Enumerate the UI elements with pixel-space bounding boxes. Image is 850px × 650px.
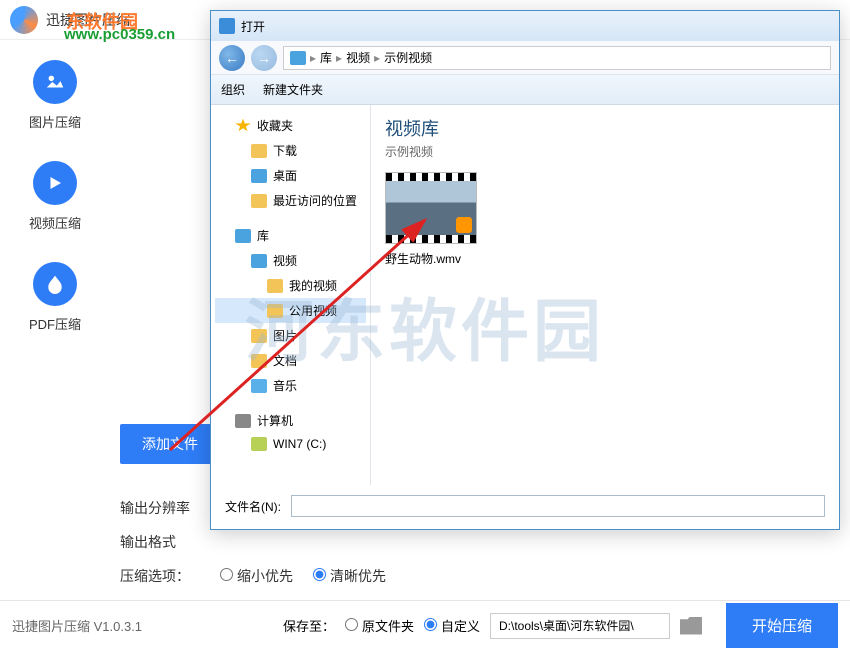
sidebar-item-pdf[interactable]: PDF压缩: [0, 262, 110, 333]
filename-input[interactable]: [291, 495, 825, 517]
computer-icon: [235, 414, 251, 428]
sidebar-item-video[interactable]: 视频压缩: [0, 161, 110, 232]
folder-icon: [251, 144, 267, 158]
video-thumbnail[interactable]: [385, 172, 477, 244]
library-icon: [290, 51, 306, 65]
tree-library[interactable]: 库: [215, 223, 366, 248]
tree-downloads[interactable]: 下载: [215, 138, 366, 163]
dialog-icon: [219, 18, 235, 34]
file-open-dialog: 打开 ← → ▸ 库 ▸ 视频 ▸ 示例视频 组织 新建文件夹 收藏夹 下载 桌…: [210, 10, 840, 530]
start-compress-button[interactable]: 开始压缩: [726, 603, 838, 648]
folder-icon: [251, 329, 267, 343]
add-file-button[interactable]: 添加文件: [120, 424, 220, 464]
pdf-icon: [33, 262, 77, 306]
folder-icon: [267, 279, 283, 293]
resolution-label: 输出分辨率: [120, 498, 200, 518]
folder-icon: [267, 304, 283, 318]
folder-icon: [251, 194, 267, 208]
nav-forward-icon[interactable]: →: [251, 45, 277, 71]
sidebar-item-image[interactable]: 图片压缩: [0, 60, 110, 131]
version-label: 迅捷图片压缩 V1.0.3.1: [12, 616, 142, 635]
tree-videos[interactable]: 视频: [215, 248, 366, 273]
radio-custom-folder[interactable]: 自定义: [424, 616, 480, 635]
drive-icon: [251, 437, 267, 451]
library-subtitle: 示例视频: [385, 143, 825, 160]
tree-documents[interactable]: 文档: [215, 348, 366, 373]
video-icon: [33, 161, 77, 205]
tree-myvideos[interactable]: 我的视频: [215, 273, 366, 298]
radio-small-first[interactable]: 缩小优先: [220, 566, 293, 586]
file-list: 视频库 示例视频 野生动物.wmv: [371, 105, 839, 485]
tree-desktop[interactable]: 桌面: [215, 163, 366, 188]
app-window: 迅捷图片压缩 👤登录/注册 V购买VIP 💬联系客服 ?帮助 — ✕ 图片压缩 …: [0, 0, 850, 650]
footer: 迅捷图片压缩 V1.0.3.1 保存至： 原文件夹 自定义 开始压缩: [0, 600, 850, 650]
tree-publicvideos[interactable]: 公用视频: [215, 298, 366, 323]
file-item[interactable]: 野生动物.wmv: [385, 172, 825, 267]
app-logo-icon: [10, 6, 38, 34]
tree-favorites[interactable]: 收藏夹: [215, 113, 366, 138]
library-title: 视频库: [385, 115, 825, 141]
compress-label: 压缩选项：: [120, 566, 200, 586]
video-folder-icon: [251, 254, 267, 268]
organize-menu[interactable]: 组织: [221, 81, 245, 98]
browse-folder-icon[interactable]: [680, 617, 702, 635]
desktop-icon: [251, 169, 267, 183]
tree-pictures[interactable]: 图片: [215, 323, 366, 348]
dialog-footer: 文件名(N):: [211, 485, 839, 527]
nav-back-icon[interactable]: ←: [219, 45, 245, 71]
path-input[interactable]: [490, 613, 670, 639]
play-overlay-icon: [456, 217, 472, 233]
library-icon: [235, 229, 251, 243]
folder-tree: 收藏夹 下载 桌面 最近访问的位置 库 视频 我的视频 公用视频 图片 文档 音…: [211, 105, 371, 485]
tree-computer[interactable]: 计算机: [215, 408, 366, 433]
filename-label: 文件名(N):: [225, 498, 281, 515]
dialog-toolbar: 组织 新建文件夹: [211, 75, 839, 105]
radio-clear-first[interactable]: 清晰优先: [313, 566, 386, 586]
tree-recent[interactable]: 最近访问的位置: [215, 188, 366, 213]
radio-original-folder[interactable]: 原文件夹: [345, 616, 414, 635]
breadcrumb[interactable]: ▸ 库 ▸ 视频 ▸ 示例视频: [283, 46, 831, 70]
sidebar: 图片压缩 视频压缩 PDF压缩: [0, 40, 110, 600]
dialog-nav: ← → ▸ 库 ▸ 视频 ▸ 示例视频: [211, 41, 839, 75]
tree-drive-c[interactable]: WIN7 (C:): [215, 433, 366, 455]
star-icon: [235, 119, 251, 133]
format-label: 输出格式: [120, 532, 200, 552]
dialog-titlebar[interactable]: 打开: [211, 11, 839, 41]
save-to-label: 保存至：: [283, 616, 335, 635]
music-icon: [251, 379, 267, 393]
watermark-url: www.pc0359.cn: [64, 26, 175, 43]
tree-music[interactable]: 音乐: [215, 373, 366, 398]
new-folder-button[interactable]: 新建文件夹: [263, 81, 323, 98]
image-icon: [33, 60, 77, 104]
file-name: 野生动物.wmv: [385, 250, 825, 267]
folder-icon: [251, 354, 267, 368]
